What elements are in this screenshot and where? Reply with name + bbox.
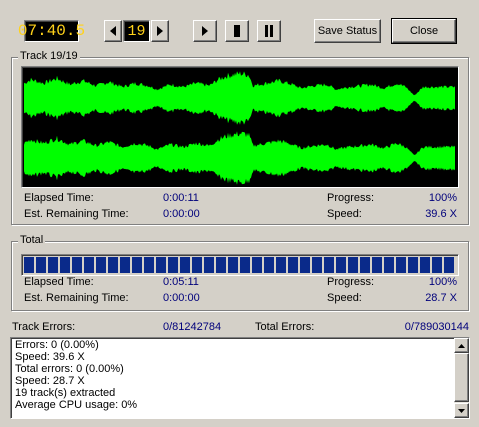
track-group-title: Track 19/19 bbox=[18, 50, 80, 62]
total-group-title: Total bbox=[18, 234, 46, 246]
track-number-display: 19 bbox=[123, 20, 150, 42]
progress-segment bbox=[168, 257, 178, 273]
progress-segment bbox=[396, 257, 406, 273]
pause-icon bbox=[265, 25, 273, 37]
save-status-button[interactable]: Save Status bbox=[314, 19, 381, 43]
log-scrollbar[interactable] bbox=[454, 338, 469, 418]
progress-segment bbox=[228, 257, 238, 273]
total-speed-label: Speed: bbox=[327, 292, 362, 304]
log-line: Total errors: 0 (0.00%) bbox=[15, 363, 124, 375]
track-progress-label: Progress: bbox=[327, 192, 375, 204]
play-button[interactable] bbox=[193, 20, 217, 42]
stop-button[interactable] bbox=[225, 20, 249, 42]
progress-segment bbox=[312, 257, 322, 273]
progress-segment bbox=[156, 257, 166, 273]
total-errors-label: Total Errors: bbox=[255, 321, 315, 333]
progress-segment bbox=[252, 257, 262, 273]
progress-segment bbox=[192, 257, 202, 273]
track-speed-label: Speed: bbox=[327, 208, 362, 220]
progress-segment bbox=[300, 257, 310, 273]
progress-segment bbox=[288, 257, 298, 273]
total-progress-label: Progress: bbox=[327, 276, 375, 288]
progress-segment bbox=[384, 257, 394, 273]
previous-track-button[interactable] bbox=[104, 20, 122, 42]
scroll-down-button[interactable] bbox=[454, 403, 469, 418]
triangle-right-icon bbox=[157, 26, 163, 36]
time-display: 07:40.5 bbox=[17, 20, 86, 42]
track-elapsed-label: Elapsed Time: bbox=[24, 192, 94, 204]
progress-segment bbox=[336, 257, 346, 273]
progress-segment bbox=[432, 257, 442, 273]
progress-segment bbox=[264, 257, 274, 273]
progress-segment bbox=[144, 257, 154, 273]
progress-segment bbox=[96, 257, 106, 273]
progress-segment bbox=[408, 257, 418, 273]
total-elapsed-label: Elapsed Time: bbox=[24, 276, 94, 288]
waveform bbox=[24, 71, 455, 185]
progress-segment bbox=[348, 257, 358, 273]
total-speed-value: 28.7 X bbox=[425, 292, 457, 304]
log-line: 19 track(s) extracted bbox=[15, 387, 116, 399]
track-elapsed-value: 0:00:11 bbox=[163, 192, 199, 204]
progress-segment bbox=[48, 257, 58, 273]
total-progress-fill bbox=[22, 255, 458, 275]
progress-segment bbox=[180, 257, 190, 273]
progress-segment bbox=[120, 257, 130, 273]
track-progress-value: 100% bbox=[428, 192, 457, 204]
total-progress-bar bbox=[21, 254, 459, 276]
total-remaining-value: 0:00:00 bbox=[163, 292, 200, 304]
progress-segment bbox=[60, 257, 70, 273]
progress-segment bbox=[360, 257, 370, 273]
play-icon bbox=[202, 26, 208, 36]
progress-segment bbox=[240, 257, 250, 273]
progress-segment bbox=[276, 257, 286, 273]
progress-segment bbox=[324, 257, 334, 273]
progress-segment bbox=[216, 257, 226, 273]
waveform-display bbox=[21, 66, 459, 188]
track-remaining-label: Est. Remaining Time: bbox=[24, 208, 129, 220]
log-line: Average CPU usage: 0% bbox=[15, 399, 138, 411]
total-elapsed-value: 0:05:11 bbox=[163, 276, 199, 288]
log-content: Errors: 0 (0.00%) Speed: 39.6 X Total err… bbox=[15, 339, 445, 411]
track-remaining-value: 0:00:00 bbox=[163, 208, 200, 220]
track-errors-value: 0/81242784 bbox=[163, 321, 222, 333]
track-speed-value: 39.6 X bbox=[425, 208, 457, 220]
progress-segment bbox=[204, 257, 214, 273]
progress-segment bbox=[24, 257, 34, 273]
log-line: Speed: 39.6 X bbox=[15, 351, 85, 363]
progress-segment bbox=[444, 257, 454, 273]
arrow-down-icon bbox=[458, 408, 465, 413]
pause-button[interactable] bbox=[257, 20, 281, 42]
total-progress-value: 100% bbox=[428, 276, 457, 288]
next-track-button[interactable] bbox=[151, 20, 169, 42]
log-line: Errors: 0 (0.00%) bbox=[15, 339, 99, 351]
left-channel-wave bbox=[24, 71, 455, 125]
right-channel-wave bbox=[24, 131, 455, 185]
log-textbox[interactable]: Errors: 0 (0.00%) Speed: 39.6 X Total err… bbox=[10, 337, 470, 419]
arrow-up-icon bbox=[458, 343, 465, 348]
triangle-left-icon bbox=[110, 26, 116, 36]
progress-segment bbox=[420, 257, 430, 273]
progress-segment bbox=[108, 257, 118, 273]
total-remaining-label: Est. Remaining Time: bbox=[24, 292, 129, 304]
stop-icon bbox=[234, 25, 240, 37]
progress-segment bbox=[84, 257, 94, 273]
close-button[interactable]: Close bbox=[391, 18, 457, 44]
track-errors-label: Track Errors: bbox=[12, 321, 76, 333]
progress-segment bbox=[36, 257, 46, 273]
progress-segment bbox=[132, 257, 142, 273]
progress-segment bbox=[372, 257, 382, 273]
total-errors-value: 0/789030144 bbox=[404, 321, 469, 333]
scroll-thumb[interactable] bbox=[454, 353, 469, 402]
log-line: Speed: 28.7 X bbox=[15, 375, 85, 387]
scroll-up-button[interactable] bbox=[454, 338, 469, 353]
progress-segment bbox=[72, 257, 82, 273]
